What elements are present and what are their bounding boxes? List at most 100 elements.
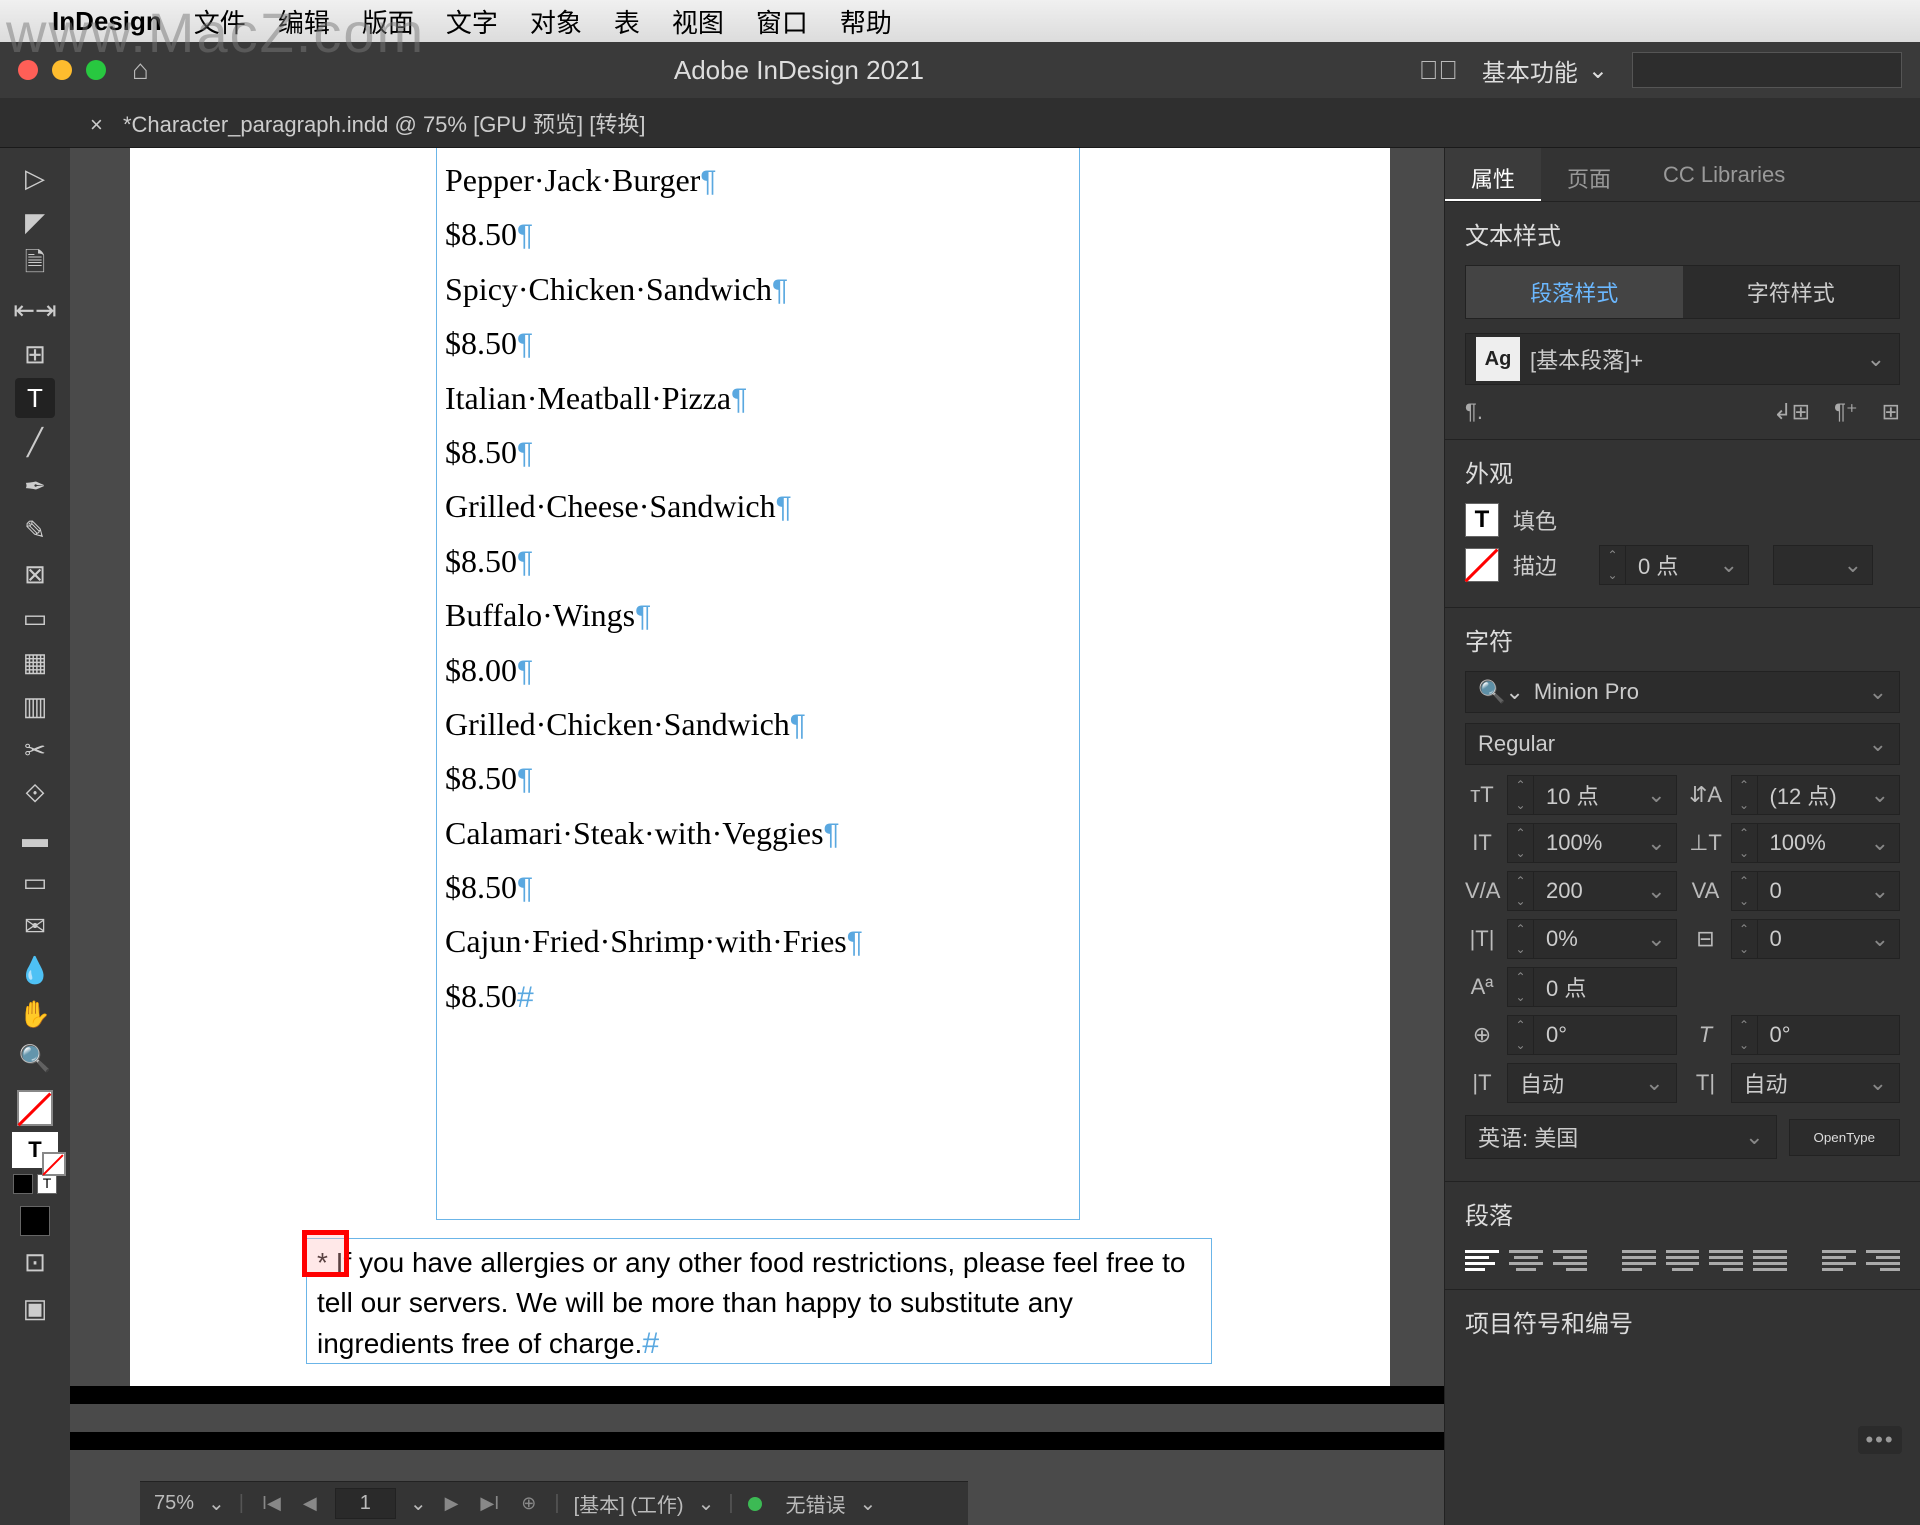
pilcrow-icon[interactable]: ¶. xyxy=(1465,399,1483,425)
search-input[interactable] xyxy=(1632,52,1902,88)
vscale-input[interactable]: ⌃⌄100%⌄ xyxy=(1507,823,1677,863)
share-icon[interactable]: ⇧⃞ xyxy=(1419,55,1458,86)
menu-table[interactable]: 表 xyxy=(614,3,640,40)
free-transform-tool-icon[interactable]: ⟐ xyxy=(15,774,55,814)
tab-pages[interactable]: 页面 xyxy=(1541,148,1637,201)
rectangle-tool-icon[interactable]: ▭ xyxy=(15,598,55,638)
next-page-icon[interactable]: ▶ xyxy=(441,1493,463,1514)
font-size-input[interactable]: ⌃⌄10 点⌄ xyxy=(1507,775,1677,815)
prev-page-icon[interactable]: ◀ xyxy=(299,1493,321,1514)
menu-view[interactable]: 视图 xyxy=(672,3,724,40)
aki-after-select[interactable]: 自动⌄ xyxy=(1731,1063,1901,1103)
chevron-down-icon[interactable]: ⌄ xyxy=(410,1491,427,1516)
type-tool-icon[interactable]: T xyxy=(15,378,55,418)
fill-stroke-swatch-icon[interactable] xyxy=(17,1090,53,1126)
chevron-down-icon[interactable]: ⌄ xyxy=(208,1491,225,1516)
canvas[interactable]: Pepper·Jack·Burger¶$8.50¶Spicy·Chicken·S… xyxy=(70,148,1444,1525)
chevron-down-icon[interactable]: ⌄ xyxy=(860,1491,877,1516)
scissors-tool-icon[interactable]: ✂ xyxy=(15,730,55,770)
align-right-icon[interactable] xyxy=(1553,1245,1587,1275)
open-nav-icon[interactable]: ⊕ xyxy=(517,1493,540,1514)
document-tab[interactable]: × *Character_paragraph.indd @ 75% [GPU 预… xyxy=(90,107,645,139)
close-window-icon[interactable] xyxy=(18,60,38,80)
menu-edit[interactable]: 编辑 xyxy=(278,3,330,40)
last-page-icon[interactable]: ▶I xyxy=(476,1493,503,1514)
menu-window[interactable]: 窗口 xyxy=(756,3,808,40)
menu-text-frame[interactable]: Pepper·Jack·Burger¶$8.50¶Spicy·Chicken·S… xyxy=(436,148,1080,1220)
skew-input[interactable]: ⌃⌄0° xyxy=(1731,1015,1901,1055)
clear-override-icon[interactable]: ¶⁺ xyxy=(1834,399,1857,425)
menu-type[interactable]: 文字 xyxy=(446,3,498,40)
menu-layout[interactable]: 版面 xyxy=(362,3,414,40)
apply-text-icon[interactable]: T xyxy=(37,1174,57,1194)
minimize-window-icon[interactable] xyxy=(52,60,72,80)
align-center-icon[interactable] xyxy=(1509,1245,1543,1275)
rotation-input[interactable]: ⌃⌄0° xyxy=(1507,1015,1677,1055)
gradient-feather-tool-icon[interactable]: ▭ xyxy=(15,862,55,902)
tab-cc-libraries[interactable]: CC Libraries xyxy=(1637,148,1811,201)
note-tool-icon[interactable]: ✉ xyxy=(15,906,55,946)
baseline-input[interactable]: ⌃⌄0%⌄ xyxy=(1507,919,1677,959)
align-left-icon[interactable] xyxy=(1465,1245,1499,1275)
stroke-swatch-icon[interactable] xyxy=(1465,548,1499,582)
justify-right-icon[interactable] xyxy=(1709,1245,1743,1275)
maximize-window-icon[interactable] xyxy=(86,60,106,80)
align-away-spine-icon[interactable] xyxy=(1866,1245,1900,1275)
home-icon[interactable]: ⌂ xyxy=(132,54,149,86)
first-page-icon[interactable]: I◀ xyxy=(258,1493,285,1514)
direct-selection-tool-icon[interactable]: ◤ xyxy=(15,202,55,242)
hscale-input[interactable]: ⌃⌄100%⌄ xyxy=(1731,823,1901,863)
selection-tool-icon[interactable]: ▷ xyxy=(15,158,55,198)
new-icon[interactable]: ⊞ xyxy=(1882,399,1900,425)
paragraph-styles-tab[interactable]: 段落样式 xyxy=(1466,266,1683,318)
rectangle-frame-tool-icon[interactable]: ⊠ xyxy=(15,554,55,594)
zoom-level[interactable]: 75% xyxy=(154,1492,194,1515)
paragraph-style-select[interactable]: Ag [基本段落]+ ⌄ xyxy=(1465,333,1900,385)
opentype-button[interactable]: OpenType xyxy=(1789,1119,1901,1156)
panel-more-icon[interactable]: ••• xyxy=(1858,1426,1902,1454)
line-tool-icon[interactable]: ╱ xyxy=(15,422,55,462)
grid-tool-icon[interactable]: ▦ xyxy=(15,642,55,682)
gradient-swatch-tool-icon[interactable]: ▬ xyxy=(15,818,55,858)
menu-help[interactable]: 帮助 xyxy=(840,3,892,40)
screen-mode-icon[interactable]: ▣ xyxy=(15,1288,55,1328)
justify-center-icon[interactable] xyxy=(1666,1245,1700,1275)
kerning-input[interactable]: ⌃⌄200⌄ xyxy=(1507,871,1677,911)
new-style-icon[interactable]: ↲⊞ xyxy=(1773,399,1810,425)
footer-text-frame[interactable]: * If you have allergies or any other foo… xyxy=(306,1238,1212,1364)
app-menu-name[interactable]: InDesign xyxy=(52,6,162,37)
fill-swatch-icon[interactable]: T xyxy=(1465,503,1499,537)
font-style-select[interactable]: Regular⌄ xyxy=(1465,723,1900,765)
menu-file[interactable]: 文件 xyxy=(194,3,246,40)
preflight-errors[interactable]: 无错误 xyxy=(786,1489,846,1518)
hand-tool-icon[interactable]: ✋ xyxy=(15,994,55,1034)
stroke-weight-input[interactable]: ⌃⌄ 0 点 ⌄ xyxy=(1599,545,1749,585)
justify-all-icon[interactable] xyxy=(1753,1245,1787,1275)
language-select[interactable]: 英语: 美国⌄ xyxy=(1465,1115,1777,1159)
workspace-switcher[interactable]: 基本功能 ⌄ xyxy=(1482,53,1608,88)
aki-input[interactable]: ⌃⌄0 点 xyxy=(1507,967,1677,1007)
justify-left-icon[interactable] xyxy=(1622,1245,1656,1275)
page-tool-icon[interactable]: 🗎 xyxy=(15,246,55,286)
chevron-down-icon[interactable]: ⌄ xyxy=(698,1491,715,1516)
aki-before-select[interactable]: 自动⌄ xyxy=(1507,1063,1677,1103)
align-towards-spine-icon[interactable] xyxy=(1822,1245,1856,1275)
eyedropper-tool-icon[interactable]: 💧 xyxy=(15,950,55,990)
character-styles-tab[interactable]: 字符样式 xyxy=(1683,266,1900,318)
preflight-profile[interactable]: [基本] (工作) xyxy=(574,1489,684,1518)
leading-input[interactable]: ⌃⌄(12 点)⌄ xyxy=(1731,775,1901,815)
pencil-tool-icon[interactable]: ✎ xyxy=(15,510,55,550)
tracking-input[interactable]: ⌃⌄0⌄ xyxy=(1731,871,1901,911)
font-family-select[interactable]: 🔍⌄ Minion Pro⌄ xyxy=(1465,671,1900,713)
apply-color-icon[interactable] xyxy=(13,1174,33,1194)
view-mode-icon[interactable]: ⊡ xyxy=(15,1242,55,1282)
menu-object[interactable]: 对象 xyxy=(530,3,582,40)
tab-properties[interactable]: 属性 xyxy=(1445,148,1541,201)
stroke-style-select[interactable]: ⌄ xyxy=(1773,545,1873,585)
default-fill-stroke-icon[interactable] xyxy=(20,1206,50,1236)
pen-tool-icon[interactable]: ✒ xyxy=(15,466,55,506)
column-tool-icon[interactable]: ▥ xyxy=(15,686,55,726)
close-tab-icon[interactable]: × xyxy=(90,112,103,137)
text-fill-swatch-icon[interactable]: T xyxy=(12,1132,58,1168)
zoom-tool-icon[interactable]: 🔍 xyxy=(15,1038,55,1078)
